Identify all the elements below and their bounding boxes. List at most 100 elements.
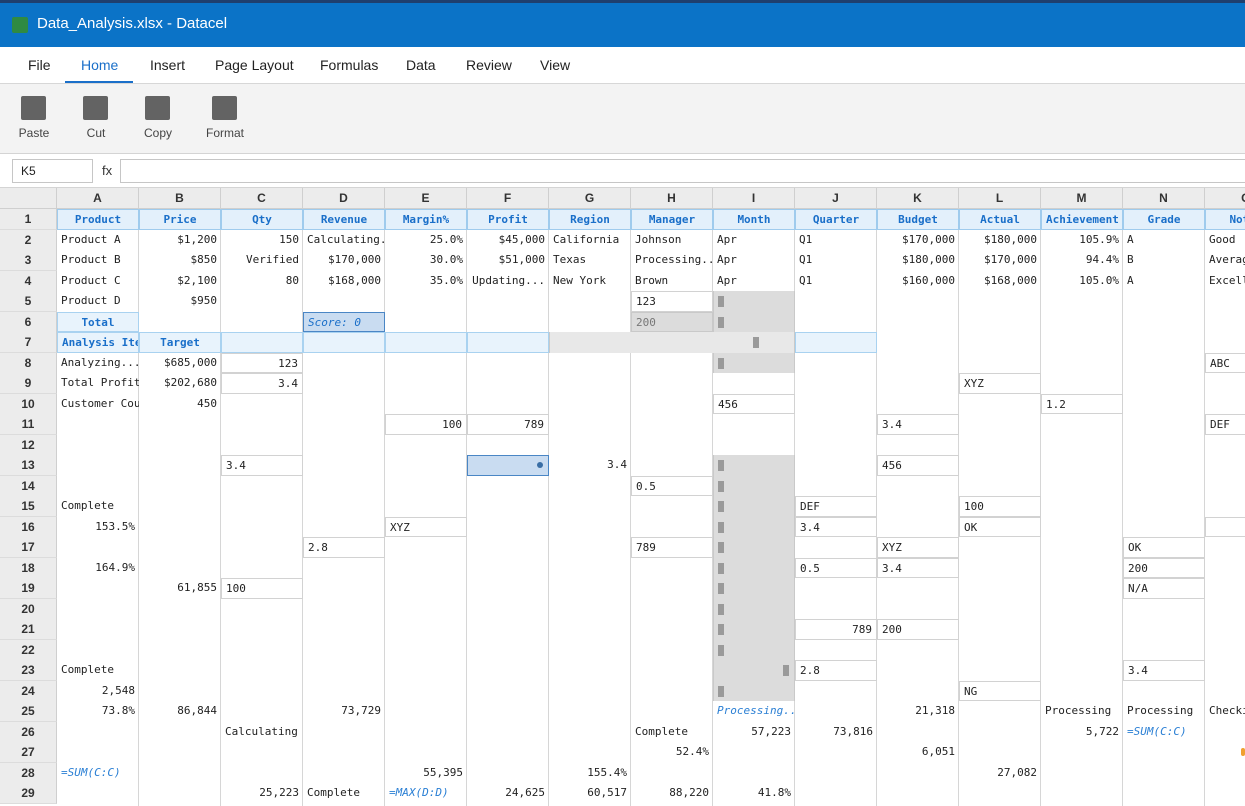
cell[interactable]: 2.8 <box>303 537 385 558</box>
cell[interactable]: 94.4% <box>1041 250 1123 271</box>
row-header[interactable]: 17 <box>0 537 57 558</box>
cell[interactable]: Analyzing... <box>57 353 139 374</box>
cell[interactable]: $51,000 <box>467 250 549 271</box>
cell[interactable]: Analysis Item <box>57 332 139 353</box>
cell[interactable]: Quarter <box>795 209 877 230</box>
cell[interactable]: Verified <box>221 250 303 271</box>
cell[interactable]: Region <box>549 209 631 230</box>
row-header[interactable]: 5 <box>0 291 57 312</box>
column-header[interactable]: L <box>959 188 1041 209</box>
cell[interactable]: Q1 <box>795 250 877 271</box>
column-header[interactable]: B <box>139 188 221 209</box>
cell[interactable]: Price <box>139 209 221 230</box>
cell[interactable]: Updating... <box>467 271 549 292</box>
row-header[interactable]: 6 <box>0 311 57 333</box>
cell[interactable]: 80 <box>221 271 303 292</box>
cell[interactable]: 789 <box>631 537 713 558</box>
cell[interactable]: Apr <box>713 271 795 292</box>
cell[interactable] <box>1205 516 1245 537</box>
row-header[interactable]: 27 <box>0 742 57 763</box>
cell[interactable]: 73.8% <box>57 701 139 722</box>
tab-view[interactable]: View <box>540 47 570 83</box>
tab-home[interactable]: Home <box>81 47 118 83</box>
cell[interactable]: 456 <box>713 393 795 414</box>
cell[interactable]: $168,000 <box>303 271 385 292</box>
row-header[interactable]: 18 <box>0 557 57 579</box>
cell[interactable] <box>795 332 877 353</box>
row-header[interactable]: 25 <box>0 701 57 722</box>
cut-button[interactable]: Cut <box>74 96 118 148</box>
cell[interactable]: $2,100 <box>139 271 221 292</box>
cell[interactable]: Product B <box>57 250 139 271</box>
cell[interactable]: 3.4 <box>221 373 303 394</box>
cell[interactable]: 105.0% <box>1041 271 1123 292</box>
cell[interactable]: Budget <box>877 209 959 230</box>
row-header[interactable]: 26 <box>0 721 57 743</box>
cell[interactable]: Processing... <box>631 250 713 271</box>
cell[interactable]: Manager <box>631 209 713 230</box>
cell[interactable]: Achievement <box>1041 209 1123 230</box>
column-header[interactable]: C <box>1205 188 1245 209</box>
cell[interactable]: $170,000 <box>303 250 385 271</box>
cell[interactable]: Processing... <box>713 701 795 722</box>
cell[interactable]: 450 <box>139 394 221 415</box>
cell[interactable]: 100 <box>221 578 303 599</box>
cell[interactable]: XYZ <box>385 516 467 537</box>
cell[interactable]: California <box>549 230 631 251</box>
cell[interactable]: OK <box>1123 537 1205 558</box>
cell[interactable]: Product A <box>57 230 139 251</box>
cell[interactable]: =MAX(D:D) <box>385 783 467 804</box>
cell[interactable]: Johnson <box>631 230 713 251</box>
cell[interactable]: Complete <box>303 783 385 804</box>
cell[interactable]: 150 <box>221 230 303 251</box>
cell[interactable]: 60,517 <box>549 783 631 804</box>
cell[interactable]: Score: 0 <box>303 311 385 332</box>
cell[interactable]: A <box>1123 230 1205 251</box>
row-header[interactable]: 23 <box>0 660 57 681</box>
cell[interactable]: Profit <box>467 209 549 230</box>
cell[interactable]: Complete <box>57 660 139 681</box>
column-header[interactable]: N <box>1123 188 1205 209</box>
cell[interactable]: 155.4% <box>549 763 631 784</box>
copy-button[interactable]: Copy <box>136 96 180 148</box>
cell[interactable]: 3.4 <box>221 455 303 476</box>
cell[interactable]: Apr <box>713 230 795 251</box>
column-header[interactable]: H <box>631 188 713 209</box>
cell[interactable]: $950 <box>139 291 221 312</box>
cell[interactable]: 123 <box>631 291 713 312</box>
cell[interactable]: 27,082 <box>959 763 1041 784</box>
cell[interactable] <box>385 332 467 353</box>
row-header[interactable]: 15 <box>0 496 57 517</box>
cell[interactable]: 3.4 <box>1123 660 1205 681</box>
cell[interactable]: 3.4 <box>549 455 631 476</box>
cell[interactable]: 88,220 <box>631 783 713 804</box>
cell[interactable]: Total <box>57 311 139 332</box>
row-header[interactable]: 3 <box>0 250 57 271</box>
cell[interactable]: Actual <box>959 209 1041 230</box>
column-header[interactable]: G <box>549 188 631 209</box>
tab-review[interactable]: Review <box>466 47 512 83</box>
cell[interactable]: NG <box>959 680 1041 701</box>
row-header[interactable]: 9 <box>0 373 57 394</box>
cell[interactable]: Product <box>57 209 139 230</box>
cell[interactable]: Calculating <box>221 722 303 743</box>
row-header[interactable]: 13 <box>0 455 57 476</box>
cell[interactable]: DEF <box>1205 414 1245 435</box>
cell[interactable]: 6,051 <box>877 742 959 763</box>
cell[interactable]: Calculating... <box>303 230 385 251</box>
cell[interactable]: $850 <box>139 250 221 271</box>
cell[interactable]: $180,000 <box>877 250 959 271</box>
cell[interactable]: DEF <box>795 496 877 517</box>
row-header[interactable]: 11 <box>0 414 57 435</box>
cell[interactable]: Month <box>713 209 795 230</box>
cell[interactable]: Average <box>1205 250 1245 271</box>
row-header[interactable]: 24 <box>0 680 57 702</box>
column-header[interactable]: A <box>57 188 139 209</box>
tab-formulas[interactable]: Formulas <box>320 47 378 83</box>
cell[interactable] <box>303 332 385 353</box>
cell[interactable]: $202,680 <box>139 373 221 394</box>
cell[interactable]: 3.4 <box>795 516 877 537</box>
cell[interactable]: Complete <box>57 496 139 517</box>
cell[interactable]: 73,729 <box>303 701 385 722</box>
row-header[interactable]: 14 <box>0 475 57 497</box>
